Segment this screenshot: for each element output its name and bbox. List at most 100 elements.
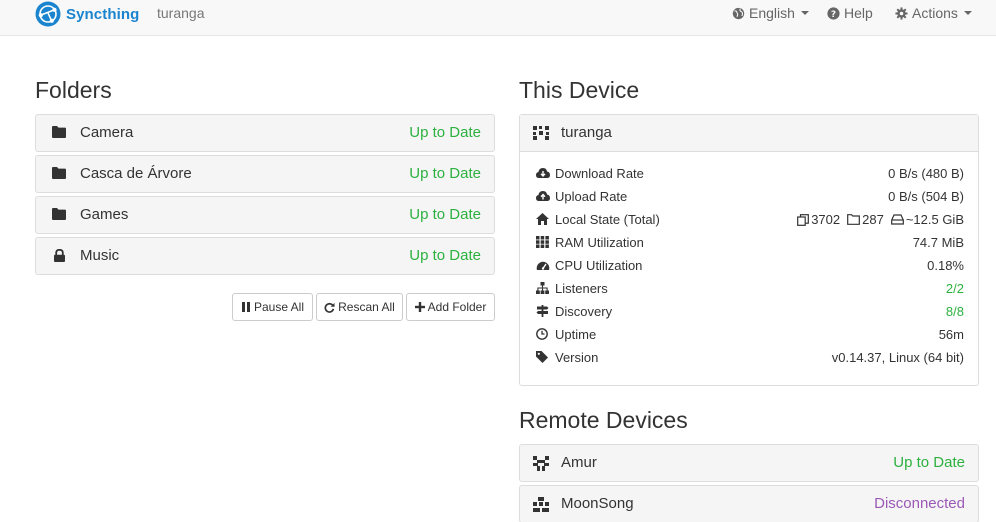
local-size: ~12.5 GiB — [890, 212, 964, 227]
local-state-values: 3702 287 ~12.5 GiB — [797, 212, 964, 227]
folder-icon — [52, 208, 66, 220]
stat-value: 0 B/s (480 B) — [888, 166, 964, 181]
this-device-name: turanga — [561, 124, 612, 141]
stat-key: Local State (Total) — [555, 212, 660, 227]
stat-key: Listeners — [555, 281, 608, 296]
stat-key: Upload Rate — [555, 189, 628, 204]
add-folder-label: Add Folder — [427, 300, 487, 314]
question-circle-icon: ? — [827, 6, 840, 19]
stat-value: 0 B/s (504 B) — [888, 189, 964, 204]
svg-text:?: ? — [831, 9, 836, 19]
folder-status: Up to Date — [409, 247, 481, 264]
lock-icon — [54, 249, 65, 262]
home-icon — [536, 213, 549, 225]
plus-icon — [414, 302, 425, 312]
folder-status: Up to Date — [409, 124, 481, 141]
help-link[interactable]: ? Help — [827, 4, 873, 22]
device-identicon-icon — [533, 456, 549, 471]
stat-row-download-rate: Download Rate 0 B/s (480 B) — [520, 162, 978, 185]
language-menu[interactable]: English — [732, 4, 809, 22]
hdd-icon — [890, 214, 904, 225]
folder-name: Camera — [80, 124, 134, 141]
folder-icon — [52, 167, 66, 179]
stat-key: Discovery — [555, 304, 613, 319]
pause-all-button[interactable]: Pause All — [232, 293, 313, 321]
tag-icon — [536, 351, 548, 363]
this-device-panel: turanga Download Rate 0 B/s (480 B) Uplo… — [519, 114, 979, 386]
folder-panel-casca-de-arvore[interactable]: Casca de Árvore Up to Date — [35, 155, 495, 193]
stat-row-discovery: Discovery 8/8 — [520, 300, 978, 323]
stat-key: Uptime — [555, 327, 597, 342]
help-label: Help — [844, 5, 873, 21]
local-files-count: 3702 — [811, 212, 841, 227]
local-folders-count: 287 — [862, 212, 884, 227]
brand-name: Syncthing — [66, 5, 140, 23]
stat-row-cpu: CPU Utilization 0.18% — [520, 254, 978, 277]
cpu-gauge-icon — [536, 261, 550, 270]
caret-down-icon — [800, 11, 809, 15]
stat-value: 56m — [938, 327, 964, 342]
remote-device-name: Amur — [561, 454, 597, 471]
stat-value: 2/2 — [945, 281, 964, 296]
remote-devices-title: Remote Devices — [519, 407, 688, 433]
local-folders: 287 — [847, 212, 884, 227]
stat-row-upload-rate: Upload Rate 0 B/s (504 B) — [520, 185, 978, 208]
local-files: 3702 — [797, 212, 840, 227]
remote-device-panel-moonsong[interactable]: MoonSong Disconnected — [519, 485, 979, 522]
navbar: Syncthing turanga English ? Help Actions — [0, 0, 996, 36]
rescan-all-button[interactable]: Rescan All — [316, 293, 403, 321]
folder-name: Games — [80, 206, 129, 223]
stat-value: 74.7 MiB — [912, 235, 964, 250]
device-identicon-icon — [533, 497, 549, 512]
actions-label: Actions — [912, 5, 958, 21]
files-icon — [797, 213, 810, 226]
rescan-all-label: Rescan All — [338, 300, 395, 314]
globe-icon — [732, 7, 745, 19]
folder-name: Casca de Árvore — [80, 165, 192, 182]
stat-row-ram: RAM Utilization 74.7 MiB — [520, 231, 978, 254]
stat-row-uptime: Uptime 56m — [520, 323, 978, 346]
stat-key: CPU Utilization — [555, 258, 643, 273]
clock-icon — [536, 328, 548, 340]
folder-status: Up to Date — [409, 206, 481, 223]
stat-row-listeners: Listeners 2/2 — [520, 277, 978, 300]
folder-status: Up to Date — [409, 165, 481, 182]
stat-row-local-state: Local State (Total) 3702 287 ~12.5 GiB — [520, 208, 978, 231]
stat-value: 0.18% — [927, 258, 964, 273]
stat-key: Download Rate — [555, 166, 644, 181]
signpost-icon — [536, 305, 549, 317]
stat-value: 8/8 — [945, 304, 964, 319]
remote-device-status: Up to Date — [893, 454, 965, 471]
cloud-download-icon — [536, 168, 550, 178]
brand[interactable]: Syncthing — [35, 1, 139, 27]
folder-panel-camera[interactable]: Camera Up to Date — [35, 114, 495, 152]
this-device-header[interactable]: turanga — [520, 115, 978, 152]
stat-value: v0.14.37, Linux (64 bit) — [831, 350, 964, 365]
folder-name: Music — [80, 247, 120, 264]
ram-icon — [536, 236, 549, 248]
stat-key: RAM Utilization — [555, 235, 644, 250]
actions-menu[interactable]: Actions — [895, 4, 972, 22]
nav-device-name: turanga — [157, 5, 205, 21]
cloud-upload-icon — [536, 191, 550, 201]
add-folder-button[interactable]: Add Folder — [406, 293, 495, 321]
local-size-value: ~12.5 GiB — [905, 212, 964, 227]
syncthing-logo-icon — [35, 1, 61, 27]
remote-device-status: Disconnected — [874, 495, 965, 512]
folder-outline-icon — [847, 214, 861, 225]
pause-icon — [241, 302, 250, 312]
pause-all-label: Pause All — [253, 300, 305, 314]
qrcode-icon — [533, 126, 549, 140]
stat-row-version: Version v0.14.37, Linux (64 bit) — [520, 346, 978, 369]
folder-icon — [52, 126, 66, 138]
remote-device-panel-amur[interactable]: Amur Up to Date — [519, 444, 979, 482]
caret-down-icon — [963, 11, 972, 15]
refresh-icon — [324, 302, 335, 313]
folders-title: Folders — [35, 77, 112, 103]
stat-key: Version — [555, 350, 599, 365]
folder-panel-games[interactable]: Games Up to Date — [35, 196, 495, 234]
folder-panel-music[interactable]: Music Up to Date — [35, 237, 495, 275]
language-label: English — [749, 5, 795, 21]
gear-icon — [895, 6, 908, 20]
this-device-title: This Device — [519, 77, 640, 103]
